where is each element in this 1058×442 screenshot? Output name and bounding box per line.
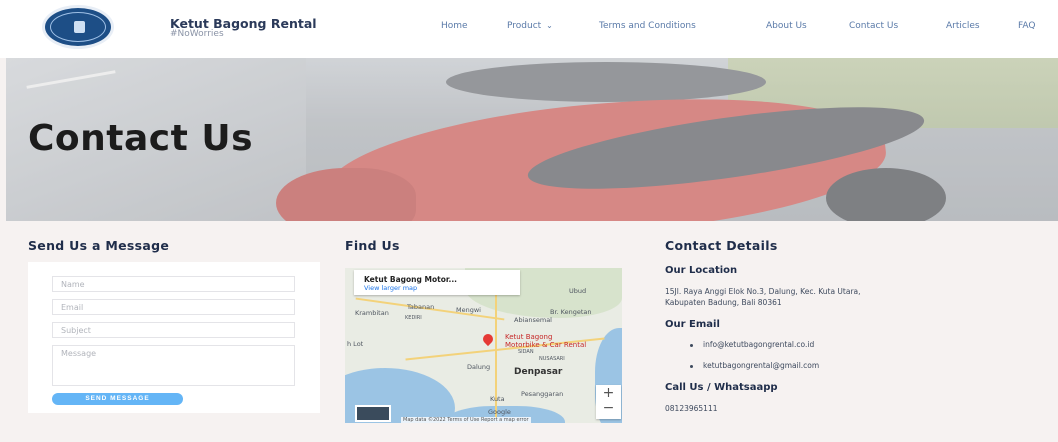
map-satellite-toggle[interactable] [355, 405, 391, 422]
map-footer: Map data ©2022 Terms of Use Report a map… [401, 417, 531, 423]
map-pin-label: Motorbike & Car Rental [505, 341, 587, 349]
map-zoom-control: + − [596, 385, 621, 419]
chevron-down-icon: ⌄ [546, 21, 553, 30]
map-label: KEDIRI [405, 315, 422, 321]
map-label: SIDAN [518, 349, 534, 355]
map-title: Find Us [345, 238, 400, 253]
email-title: Our Email [665, 319, 720, 330]
location-title: Our Location [665, 265, 738, 276]
message-textarea[interactable]: Message [52, 345, 295, 386]
zoom-out-button[interactable]: − [596, 400, 621, 416]
nav-terms[interactable]: Terms and Conditions [599, 21, 696, 31]
name-input[interactable]: Name [52, 276, 295, 292]
address-line-1: 15Jl. Raya Anggi Elok No.3, Dalung, Kec.… [665, 287, 861, 296]
map-label: Denpasar [514, 367, 563, 377]
nav-home[interactable]: Home [441, 21, 468, 31]
page-title: Contact Us [28, 118, 254, 159]
nav-faq[interactable]: FAQ [1018, 21, 1035, 31]
phone-title: Call Us / Whatsaapp [665, 382, 778, 393]
google-map[interactable]: Ubud Tabanan Mengwi Krambitan KEDIRI Abi… [345, 268, 622, 423]
contact-title: Contact Details [665, 238, 778, 253]
map-label: Kuta [490, 395, 505, 403]
map-label: Dalung [467, 363, 491, 371]
nav-contact[interactable]: Contact Us [849, 21, 898, 31]
map-label: Mengwi [456, 306, 481, 314]
map-label: h Lot [347, 340, 364, 348]
site-header: Ketut Bagong Rental #NoWorries Home Prod… [0, 0, 1058, 58]
map-label: Tabanan [407, 303, 435, 311]
nav-product[interactable]: Product ⌄ [507, 21, 553, 31]
phone-number[interactable]: 08123965111 [665, 404, 718, 413]
send-message-button[interactable]: SEND MESSAGE [52, 393, 183, 405]
location-pin-icon[interactable] [480, 331, 496, 347]
view-larger-map-link[interactable]: View larger map [364, 284, 417, 292]
subject-input[interactable]: Subject [52, 322, 295, 338]
brand-tagline: #NoWorries [170, 29, 224, 39]
zoom-in-button[interactable]: + [596, 385, 621, 401]
map-label: Krambitan [355, 309, 389, 317]
map-label: Google [488, 408, 511, 416]
nav-about[interactable]: About Us [766, 21, 807, 31]
address-line-2: Kabupaten Badung, Bali 80361 [665, 298, 782, 307]
map-label: Pesanggaran [521, 390, 564, 398]
logo-car-icon [74, 21, 85, 33]
map-place-card: Ketut Bagong Motor... View larger map [354, 270, 520, 295]
form-title: Send Us a Message [28, 238, 170, 253]
list-bullet [690, 344, 693, 347]
map-label: Abiansemal [514, 316, 552, 324]
email-input[interactable]: Email [52, 299, 295, 315]
list-bullet [690, 365, 693, 368]
map-label: Ubud [569, 287, 587, 295]
map-pin-label: Ketut Bagong [505, 333, 553, 341]
nav-product-label: Product [507, 21, 542, 31]
brand-logo[interactable] [42, 5, 114, 49]
email-link[interactable]: info@ketutbagongrental.co.id [703, 340, 814, 349]
nav-articles[interactable]: Articles [946, 21, 980, 31]
map-place-title: Ketut Bagong Motor... [364, 275, 458, 284]
map-label: NUSASARI [539, 356, 565, 362]
contact-form: Name Email Subject Message SEND MESSAGE [28, 262, 320, 413]
map-label: Br. Kengetan [550, 308, 592, 316]
email-link[interactable]: ketutbagongrental@gmail.com [703, 361, 819, 370]
